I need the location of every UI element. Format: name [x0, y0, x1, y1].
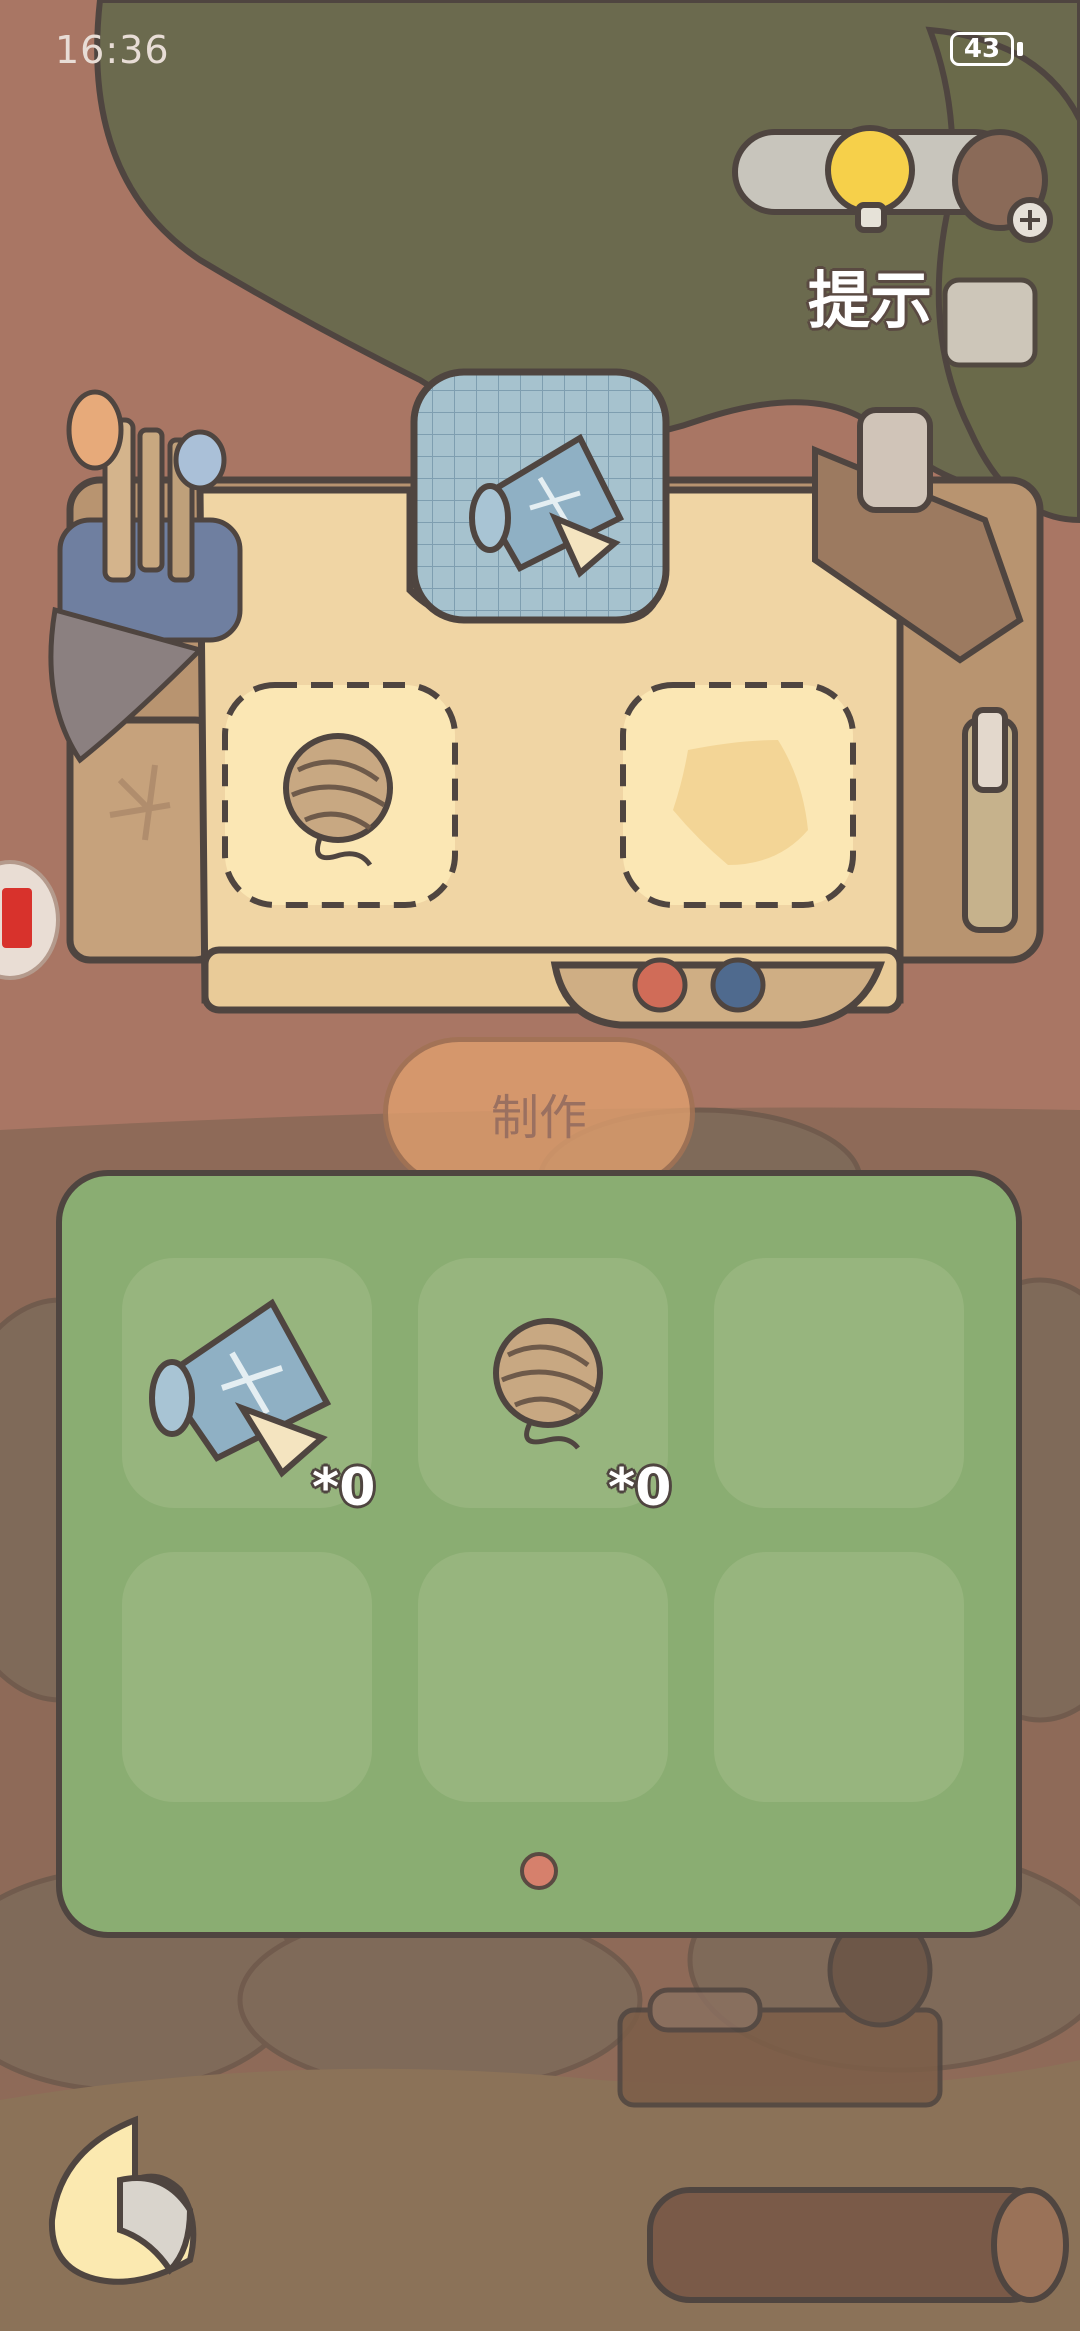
- material-slot-right[interactable]: [618, 680, 858, 910]
- inventory-slot-6[interactable]: [714, 1552, 964, 1802]
- battery-tip-icon: [1017, 42, 1023, 56]
- make-button[interactable]: 制作: [383, 1037, 695, 1189]
- back-button[interactable]: [40, 2110, 210, 2290]
- status-time: 16:36: [55, 28, 170, 72]
- back-arrow-icon: [48, 2115, 197, 2285]
- material-slot-left[interactable]: [220, 680, 460, 910]
- blueprint-slot[interactable]: [410, 368, 670, 624]
- item-count: *0: [608, 1458, 672, 1518]
- inventory-slot-5[interactable]: [418, 1552, 668, 1802]
- hint-label[interactable]: 提示: [808, 250, 932, 340]
- inventory-slot-2[interactable]: *0: [418, 1258, 671, 1518]
- item-count: *0: [312, 1458, 376, 1518]
- blueprint-scroll-icon: [149, 1298, 332, 1478]
- inventory-slot-4[interactable]: [122, 1552, 372, 1802]
- inventory-slot-1[interactable]: *0: [122, 1258, 375, 1518]
- yarn-ball-icon: [493, 1318, 603, 1450]
- inventory-panel: *0 *0: [56, 1170, 1022, 1938]
- inventory-slot-3[interactable]: [714, 1258, 964, 1508]
- page-indicator-dot[interactable]: [520, 1852, 558, 1890]
- notebook-icon: [2, 888, 32, 948]
- battery-indicator: 43: [950, 32, 1014, 66]
